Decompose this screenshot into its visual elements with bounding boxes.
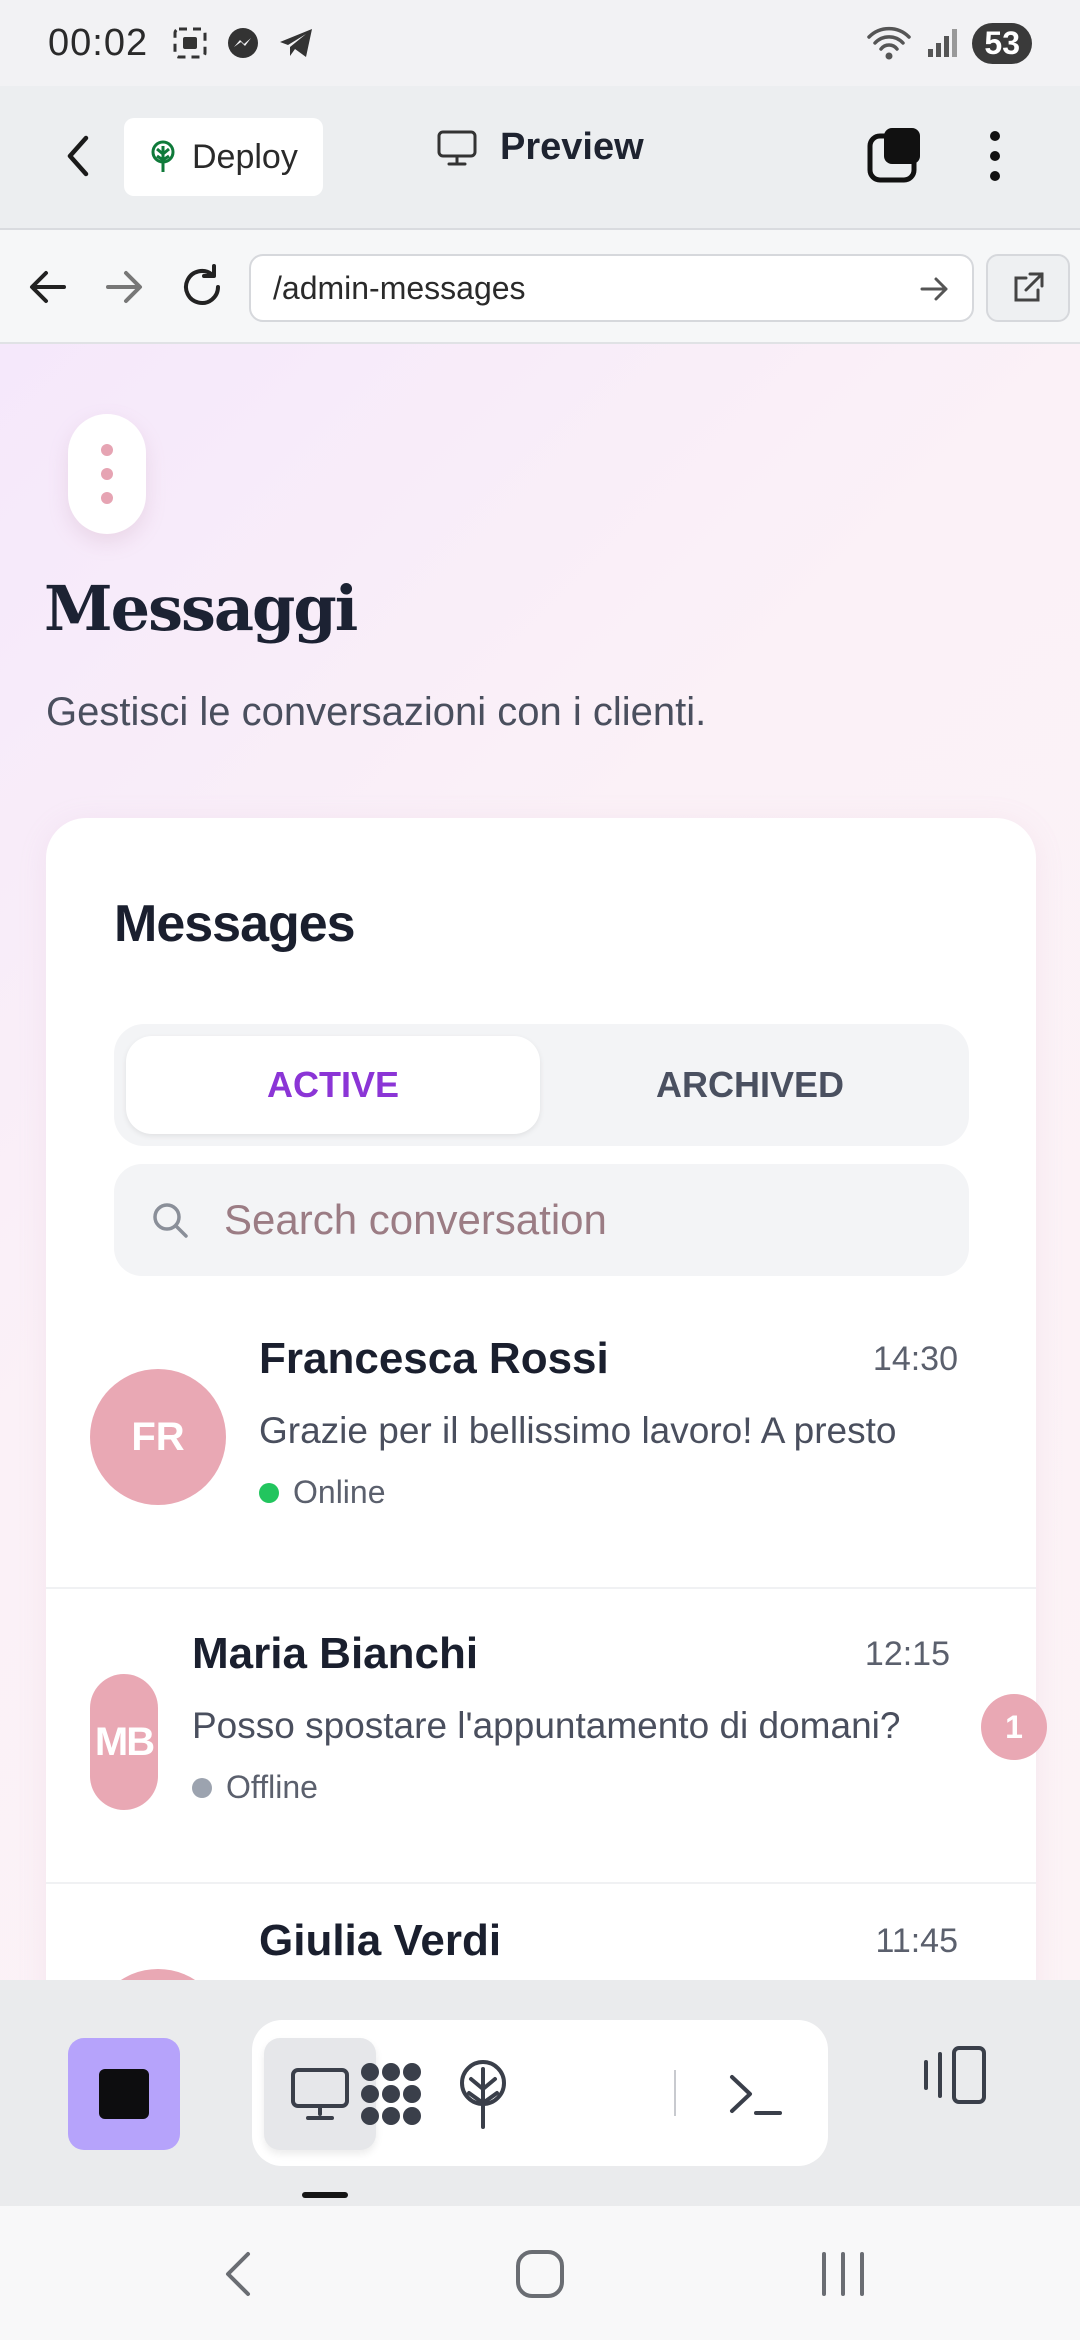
app-bar: Deploy Preview	[0, 86, 1080, 230]
online-dot-icon	[259, 1482, 279, 1503]
deploy-tree-icon	[151, 140, 175, 172]
message-preview: Grazie per il bellissimo lavoro! A prest…	[259, 1410, 897, 1451]
conversation-item[interactable]: Giulia Verdi 11:45	[46, 1884, 1036, 1980]
unread-badge: 1	[981, 1694, 1047, 1760]
system-nav-bar	[0, 2206, 1080, 2340]
go-arrow-icon[interactable]	[918, 272, 952, 306]
avatar: MB	[90, 1674, 158, 1810]
conversation-tabs: ACTIVE ARCHIVED	[114, 1024, 969, 1146]
messenger-icon	[228, 28, 259, 58]
deploy-tool-button[interactable]	[427, 2038, 539, 2150]
screenshot-icon	[173, 27, 207, 59]
deploy-tree-icon	[460, 2060, 506, 2129]
url-text: /admin-messages	[273, 269, 526, 306]
battery-indicator: 53	[972, 22, 1032, 64]
signal-icon	[928, 29, 958, 57]
status-time: 00:02	[48, 21, 149, 64]
browser-back-icon[interactable]	[26, 260, 70, 314]
messages-card: Messages ACTIVE ARCHIVED FR Francesca Ro…	[46, 818, 1047, 1980]
page-content: Messaggi Gestisci le conversazioni con i…	[0, 344, 1080, 1980]
avatar	[90, 1969, 226, 1980]
tabs-icon[interactable]	[866, 126, 924, 186]
contact-name: Francesca Rossi	[259, 1334, 609, 1383]
split-view-icon[interactable]	[920, 2042, 990, 2108]
preview-label: Preview	[500, 126, 644, 168]
tab-active[interactable]: ACTIVE	[126, 1036, 540, 1134]
status-label: Online	[293, 1474, 386, 1510]
wifi-icon	[867, 26, 912, 60]
grid-pattern-icon	[361, 2063, 421, 2125]
contact-name: Maria Bianchi	[192, 1629, 479, 1678]
presence-status: Offline	[192, 1769, 318, 1806]
status-label: Offline	[226, 1769, 318, 1805]
conversation-item[interactable]: FR Francesca Rossi 14:30 Grazie per il b…	[46, 1294, 1036, 1589]
contact-name: Giulia Verdi	[259, 1916, 502, 1965]
message-preview: Posso spostare l'appuntamento di domani?	[192, 1705, 901, 1746]
back-arrow-icon[interactable]	[58, 126, 98, 186]
card-title: Messages	[114, 895, 356, 953]
stop-icon	[99, 2069, 149, 2119]
system-recents-icon[interactable]	[818, 2246, 868, 2302]
deploy-button[interactable]: Deploy	[124, 118, 323, 196]
tool-group	[252, 2020, 828, 2166]
message-time: 11:45	[875, 1922, 958, 1960]
terminal-icon	[730, 2075, 782, 2115]
menu-dot-icon	[101, 468, 113, 480]
menu-button[interactable]	[68, 414, 146, 534]
system-home-icon[interactable]	[512, 2246, 568, 2302]
page-subtitle: Gestisci le conversazioni con i clienti.	[46, 690, 707, 734]
deploy-label: Deploy	[192, 137, 298, 176]
tab-archived[interactable]: ARCHIVED	[543, 1036, 957, 1134]
notification-icons	[172, 26, 314, 60]
preview-title[interactable]: Preview	[436, 126, 644, 169]
message-time: 12:15	[864, 1635, 950, 1673]
toolbar-divider	[674, 2070, 676, 2116]
console-tool-button[interactable]	[699, 2038, 811, 2150]
browser-forward-icon[interactable]	[102, 260, 146, 314]
external-link-icon	[1014, 272, 1044, 302]
system-back-icon[interactable]	[218, 2246, 258, 2302]
stop-button[interactable]	[68, 2038, 180, 2150]
status-bar: 00:02 53	[0, 0, 1080, 86]
message-time: 14:30	[872, 1340, 958, 1378]
offline-dot-icon	[192, 1777, 212, 1798]
url-field[interactable]: /admin-messages	[249, 254, 974, 322]
bottom-toolbar	[0, 1980, 1080, 2206]
browser-url-bar: /admin-messages	[0, 230, 1080, 344]
telegram-icon	[280, 29, 313, 57]
search-box	[114, 1164, 969, 1276]
reload-icon[interactable]	[178, 260, 226, 314]
menu-dot-icon	[101, 444, 113, 456]
monitor-icon	[437, 130, 477, 165]
presence-status: Online	[259, 1474, 386, 1511]
conversation-item[interactable]: MB Maria Bianchi 12:15 Posso spostare l'…	[46, 1589, 1047, 1884]
menu-dot-icon	[101, 492, 113, 504]
selected-indicator	[302, 2192, 348, 2198]
avatar: FR	[90, 1369, 226, 1505]
open-external-button[interactable]	[986, 254, 1070, 322]
page-title: Messaggi	[44, 572, 358, 645]
more-vertical-icon[interactable]	[980, 126, 1010, 186]
search-input[interactable]	[224, 1196, 904, 1244]
search-icon	[153, 1203, 188, 1238]
